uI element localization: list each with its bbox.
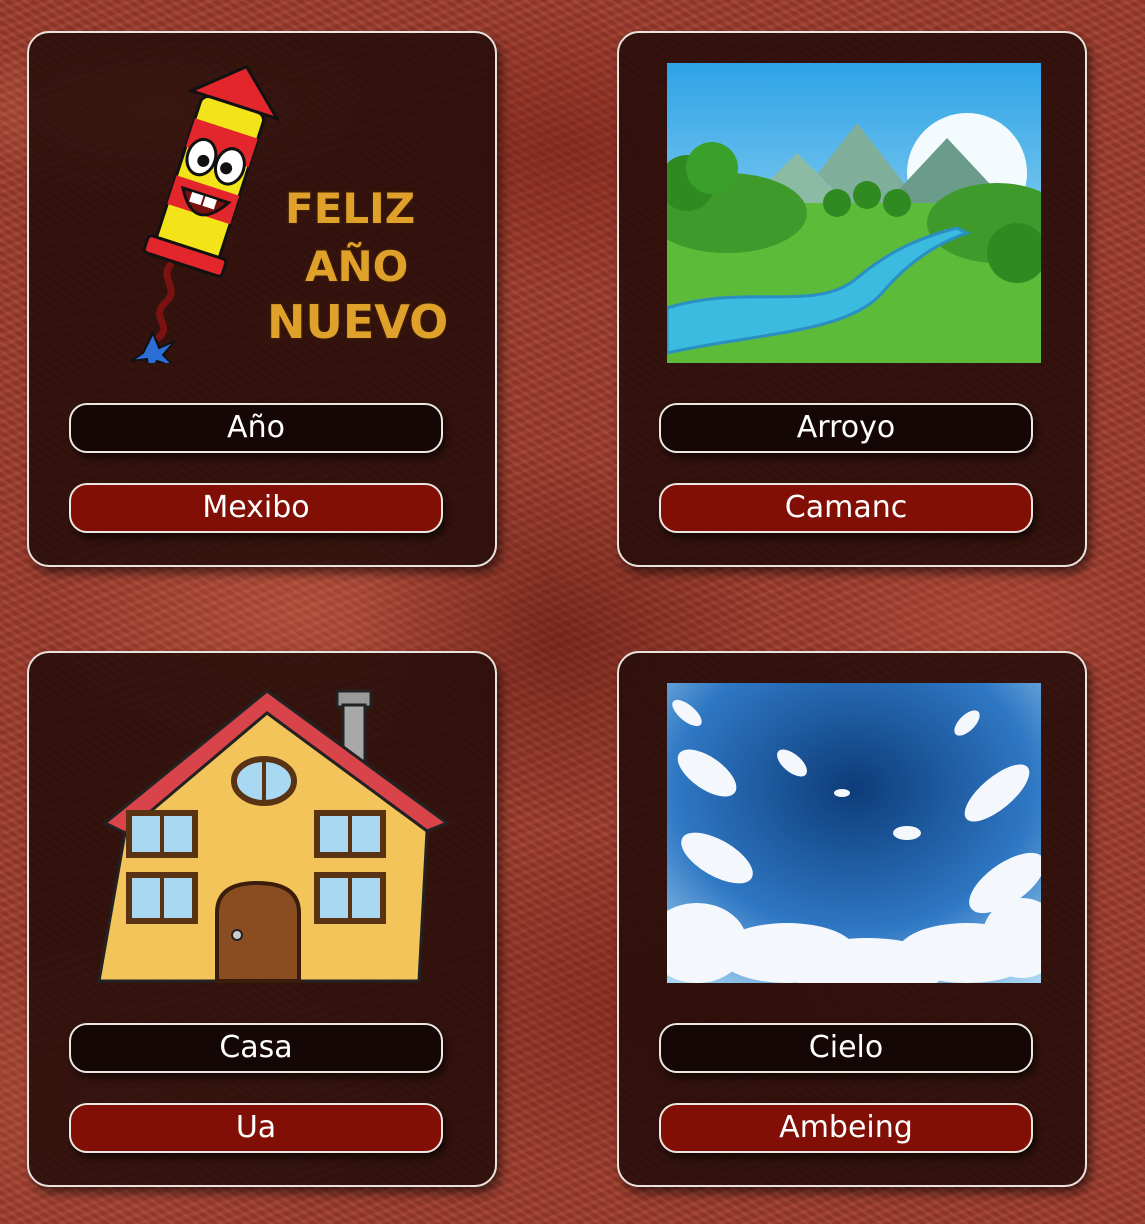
answer-button[interactable]: Ambeing [659,1103,1033,1153]
svg-text:FELIZ: FELIZ [285,184,415,233]
answer-button[interactable]: Camanc [659,483,1033,533]
svg-text:NUEVO: NUEVO [267,295,448,349]
sky-clouds-image [667,683,1041,983]
new-year-rocket-image: FELIZ AÑO NUEVO [77,63,451,363]
word-label[interactable]: Arroyo [659,403,1033,453]
card-casa: Casa Ua [27,651,497,1187]
answer-button[interactable]: Mexibo [69,483,443,533]
river-landscape-image [667,63,1041,363]
svg-text:AÑO: AÑO [305,241,408,291]
word-label[interactable]: Año [69,403,443,453]
word-label[interactable]: Cielo [659,1023,1033,1073]
card-ano: FELIZ AÑO NUEVO Año Mexibo [27,31,497,567]
word-label[interactable]: Casa [69,1023,443,1073]
card-cielo: Cielo Ambeing [617,651,1087,1187]
card-arroyo: Arroyo Camanc [617,31,1087,567]
answer-button[interactable]: Ua [69,1103,443,1153]
house-image [77,683,451,983]
